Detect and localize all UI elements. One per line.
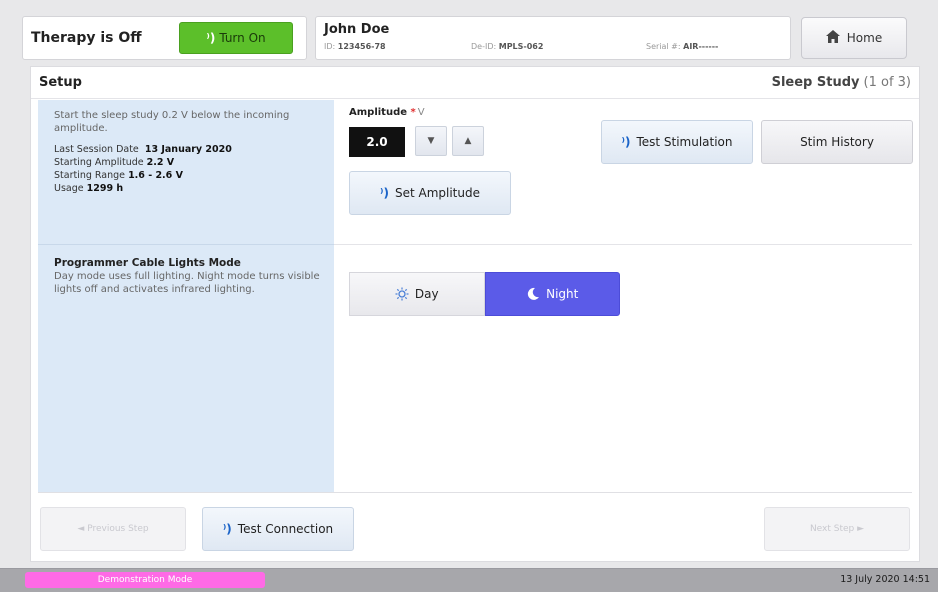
lights-mode-title: Programmer Cable Lights Mode <box>54 257 241 269</box>
patient-name: John Doe <box>324 22 390 37</box>
setup-panel: Setup Sleep Study (1 of 3) Start the slee… <box>30 66 920 562</box>
day-mode-label: Day <box>414 287 439 301</box>
triangle-up-icon: ▲ <box>464 136 472 146</box>
turn-on-label: Turn On <box>219 31 266 45</box>
turn-on-button[interactable]: ⁾) Turn On <box>179 22 293 54</box>
wireless-signal-icon: ⁾) <box>380 186 389 200</box>
patient-id: ID: 123456-78 <box>324 42 386 51</box>
lights-mode-description: Day mode uses full lighting. Night mode … <box>54 271 320 295</box>
set-amplitude-label: Set Amplitude <box>394 186 480 200</box>
amplitude-decrease-button[interactable]: ▼ <box>415 126 447 156</box>
study-title: Sleep Study <box>771 75 860 90</box>
stim-history-button[interactable]: Stim History <box>761 120 913 164</box>
next-step-button[interactable]: Next Step ► <box>764 507 910 551</box>
wireless-signal-icon: ⁾) <box>621 135 631 149</box>
section-divider <box>334 244 912 245</box>
night-mode-option[interactable]: Night <box>484 272 620 316</box>
header-bar: Therapy is Off ⁾) Turn On John Doe ID: 1… <box>22 13 930 63</box>
triangle-down-icon: ▼ <box>427 136 435 146</box>
study-progress: (1 of 3) <box>863 75 911 90</box>
previous-step-button[interactable]: ◄ Previous Step <box>40 507 186 551</box>
sleep-study-intro: Start the sleep study 0.2 V below the in… <box>54 110 290 134</box>
demonstration-mode-badge: Demonstration Mode <box>25 572 265 588</box>
night-mode-label: Night <box>546 287 579 301</box>
amplitude-increase-button[interactable]: ▲ <box>452 126 484 156</box>
stim-history-label: Stim History <box>800 135 874 149</box>
starting-range-row: Starting Range 1.6 - 2.6 V <box>54 170 183 181</box>
study-step-indicator: Sleep Study (1 of 3) <box>772 75 911 90</box>
patient-deid: De-ID: MPLS-062 <box>471 42 544 51</box>
set-amplitude-button[interactable]: ⁾) Set Amplitude <box>349 171 511 215</box>
lights-mode-toggle: Day Night <box>349 272 620 316</box>
test-stimulation-label: Test Stimulation <box>636 135 733 149</box>
therapy-status-panel: Therapy is Off ⁾) Turn On <box>22 16 307 60</box>
test-stimulation-button[interactable]: ⁾) Test Stimulation <box>601 120 753 164</box>
date-time: 13 July 2020 14:51 <box>840 574 930 585</box>
last-session-row: Last Session Date 13 January 2020 <box>54 144 232 155</box>
lights-mode-info: Programmer Cable Lights Mode Day mode us… <box>38 245 334 296</box>
patient-info-panel: John Doe ID: 123456-78 De-ID: MPLS-062 S… <box>315 16 791 60</box>
sleep-study-info: Start the sleep study 0.2 V below the in… <box>38 100 334 245</box>
info-sidebar: Start the sleep study 0.2 V below the in… <box>38 100 334 492</box>
sun-icon <box>395 287 409 301</box>
panel-header: Setup Sleep Study (1 of 3) <box>31 67 919 99</box>
test-connection-label: Test Connection <box>237 522 334 536</box>
footer-divider <box>38 492 912 493</box>
day-mode-option[interactable]: Day <box>349 272 485 316</box>
wireless-signal-icon: ⁾) <box>206 31 216 45</box>
therapy-status-text: Therapy is Off <box>31 30 142 46</box>
device-serial: Serial #: AIR------ <box>646 42 719 51</box>
test-connection-button[interactable]: ⁾) Test Connection <box>202 507 354 551</box>
moon-icon <box>527 287 540 300</box>
starting-amplitude-row: Starting Amplitude 2.2 V <box>54 157 175 168</box>
status-bar: Demonstration Mode 13 July 2020 14:51 <box>0 568 938 592</box>
home-icon <box>825 30 840 46</box>
wireless-signal-icon: ⁾) <box>222 522 232 536</box>
page-title: Setup <box>39 75 82 90</box>
home-label: Home <box>846 31 883 45</box>
usage-row: Usage 1299 h <box>54 183 124 194</box>
home-button[interactable]: Home <box>801 17 907 59</box>
amplitude-label: Amplitude * V <box>349 107 425 118</box>
amplitude-value-display[interactable]: 2.0 <box>349 127 405 157</box>
